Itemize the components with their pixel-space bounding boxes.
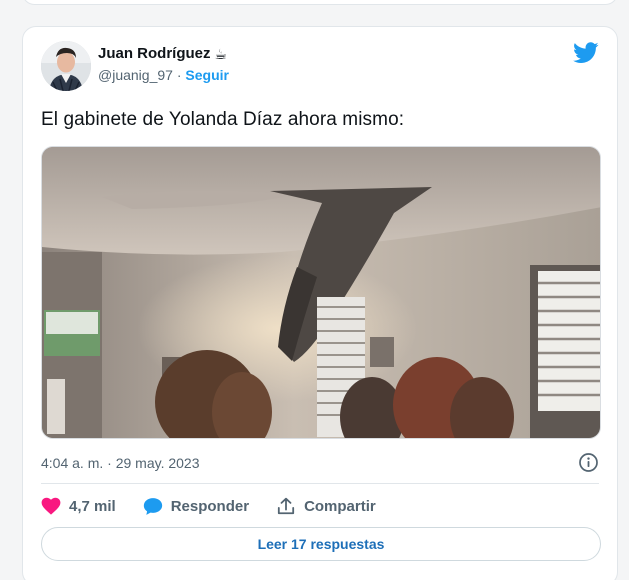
divider	[41, 483, 599, 484]
coffee-emoji-icon: ☕	[214, 45, 228, 62]
author-name-text[interactable]: Juan Rodríguez	[98, 45, 211, 62]
author-handle[interactable]: @juanig_97	[98, 67, 173, 83]
heart-icon	[41, 496, 61, 516]
like-button[interactable]: 4,7 mil	[41, 496, 116, 516]
handle-separator: ·	[172, 67, 186, 83]
share-label: Compartir	[304, 497, 376, 515]
reply-label: Responder	[170, 497, 250, 515]
author-name[interactable]: Juan Rodríguez ☕	[98, 45, 229, 62]
author-avatar[interactable]	[41, 41, 91, 91]
follow-link[interactable]: Seguir	[185, 67, 229, 83]
share-upload-icon	[276, 496, 296, 516]
twitter-bird-icon[interactable]	[573, 42, 599, 64]
info-icon[interactable]	[578, 452, 599, 473]
tweet-media-video[interactable]	[41, 146, 601, 439]
tweet-actions: 4,7 mil Responder Compartir	[41, 495, 403, 517]
tweet-text: El gabinete de Yolanda Díaz ahora mismo:	[41, 109, 405, 130]
tweet-card: Juan Rodríguez ☕ @juanig_97 · Seguir El …	[22, 26, 618, 580]
likes-count: 4,7 mil	[69, 497, 116, 515]
author-block: Juan Rodríguez ☕ @juanig_97 · Seguir	[98, 45, 229, 83]
read-replies-button[interactable]: Leer 17 respuestas	[41, 527, 601, 561]
speech-bubble-icon	[143, 496, 163, 516]
reply-button[interactable]: Responder	[143, 496, 249, 516]
previous-tweet-card	[22, 0, 618, 5]
author-handle-row: @juanig_97 · Seguir	[98, 67, 229, 83]
tweet-timestamp[interactable]: 4:04 a. m. · 29 may. 2023	[41, 455, 200, 471]
share-button[interactable]: Compartir	[276, 496, 376, 516]
